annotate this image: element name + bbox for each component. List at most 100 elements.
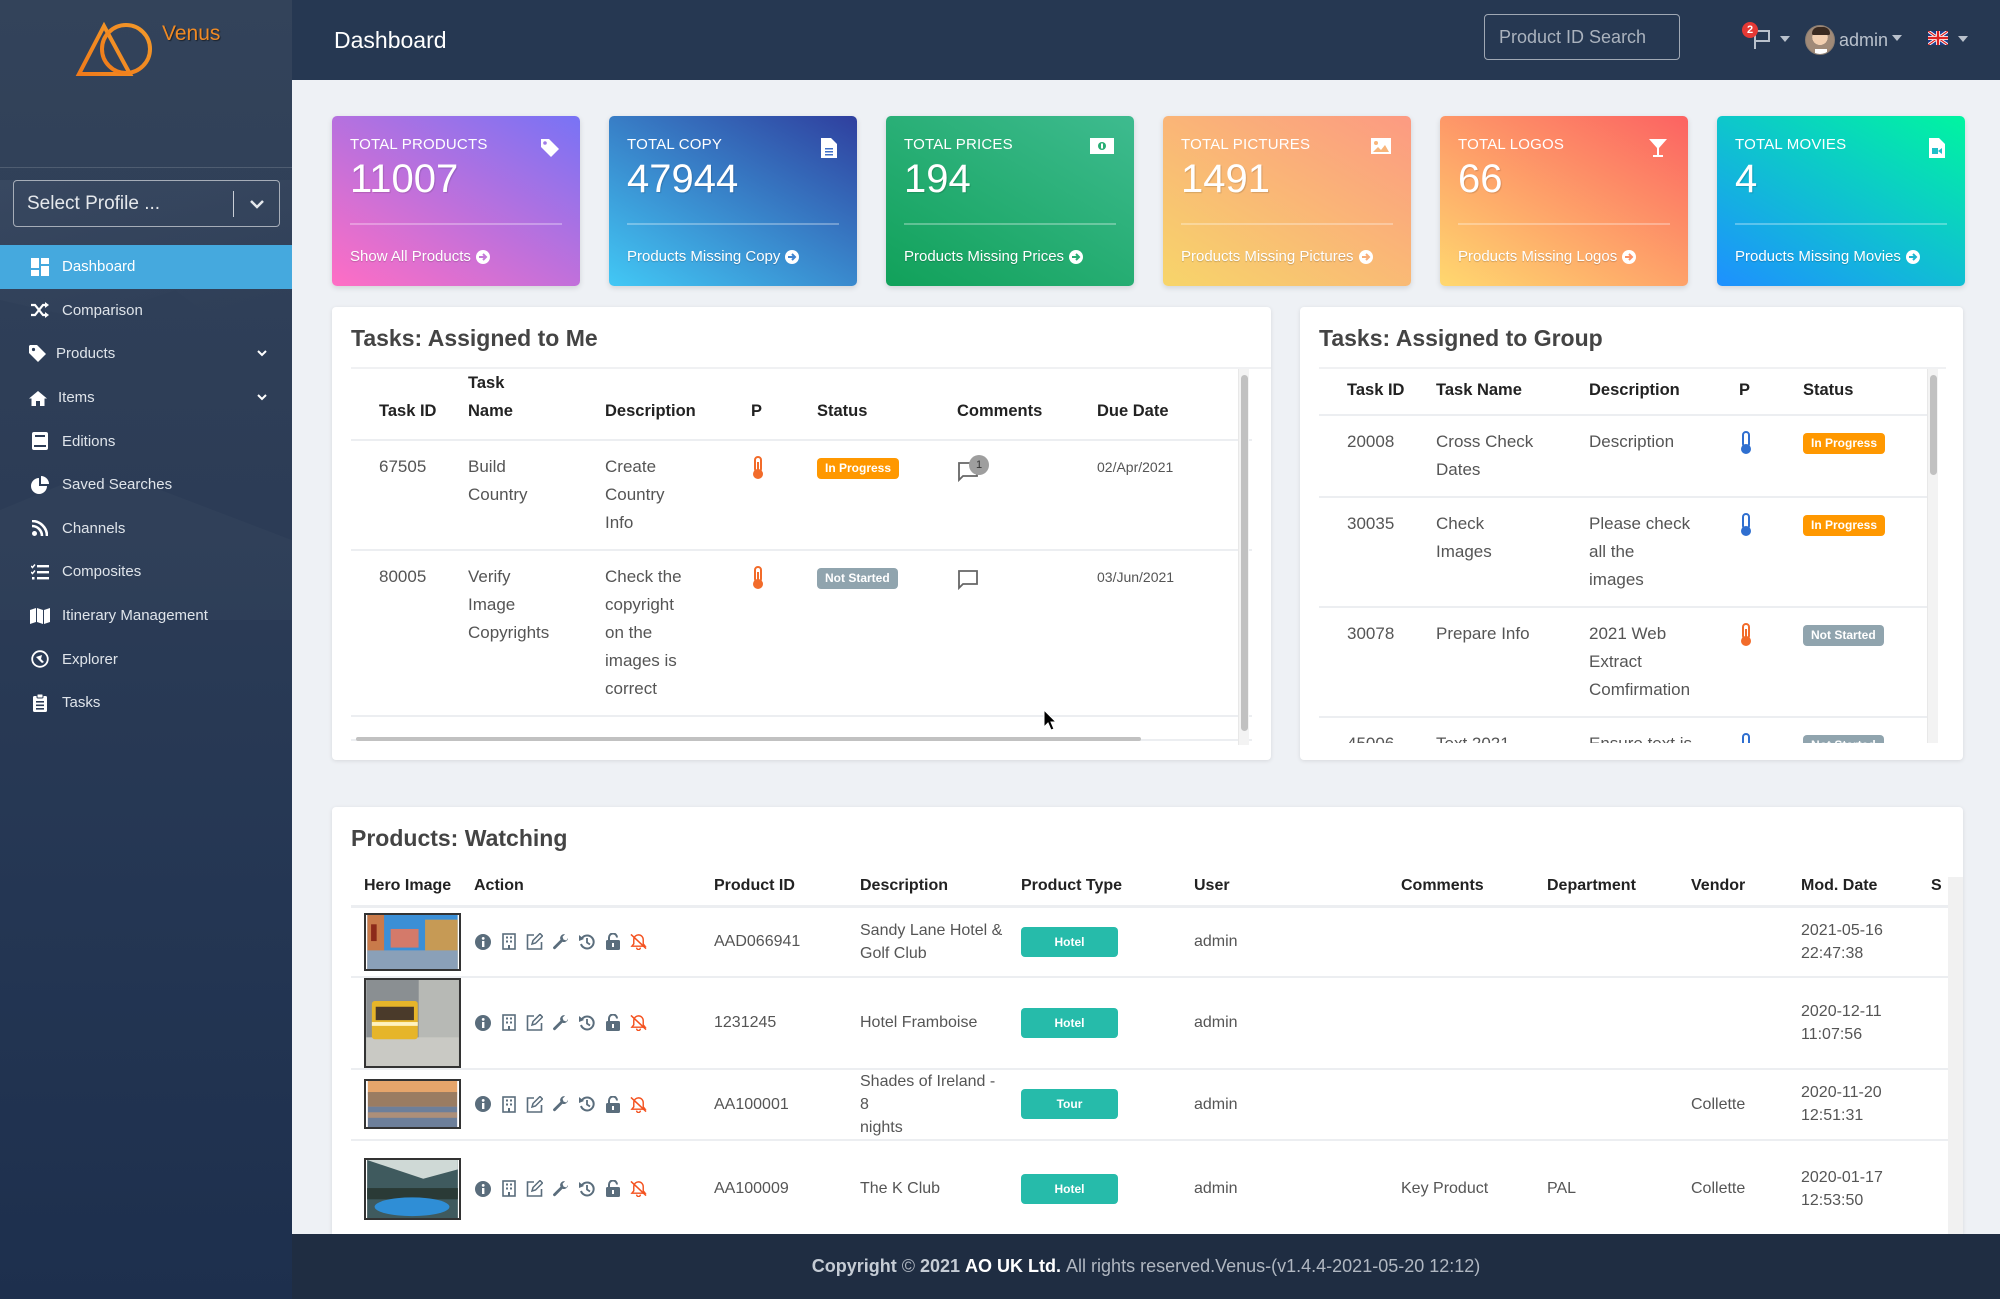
language-menu[interactable]	[1928, 28, 1972, 50]
sidebar-item-itinerary-management[interactable]: Itinerary Management	[0, 594, 292, 638]
scrollbar-thumb[interactable]	[1930, 375, 1937, 475]
products-missing-movies-link[interactable]: Products Missing Movies	[1735, 248, 1920, 265]
product-id-search-input[interactable]	[1484, 14, 1680, 60]
sidebar-item-products[interactable]: Products	[0, 332, 292, 376]
company-link[interactable]: AO UK Ltd.	[965, 1256, 1061, 1277]
edit-icon[interactable]	[526, 1014, 543, 1031]
notifications-button[interactable]: 2	[1742, 22, 1792, 58]
user-menu[interactable]: admin	[1805, 24, 1903, 56]
table-row[interactable]: AA100009 The K Club Hotel admin Key Prod…	[351, 1140, 1948, 1235]
column-header-task-id[interactable]: Task ID	[351, 369, 468, 440]
column-header-department[interactable]: Department	[1534, 877, 1678, 907]
products-missing-logos-link[interactable]: Products Missing Logos	[1458, 248, 1637, 265]
table-row[interactable]: 80005 Verify Image Copyrights Check the cop…	[351, 550, 1252, 716]
comments-button[interactable]: 1	[957, 455, 989, 483]
hero-image[interactable]	[364, 1157, 461, 1220]
bell-slash-icon[interactable]	[630, 1014, 647, 1031]
column-header-comments[interactable]: Comments	[957, 369, 1097, 440]
sidebar-item-dashboard[interactable]: Dashboard	[0, 245, 292, 289]
column-header-hero-image[interactable]: Hero Image	[351, 877, 461, 907]
unlock-icon[interactable]	[604, 1180, 621, 1197]
hero-image[interactable]	[364, 912, 461, 971]
column-header-due-date[interactable]: Due Date	[1097, 369, 1252, 440]
bell-slash-icon[interactable]	[630, 1096, 647, 1113]
vertical-scrollbar[interactable]	[1238, 369, 1249, 745]
building-icon[interactable]	[500, 933, 517, 951]
table-row[interactable]: 30035 Check Images Please check all the ima…	[1319, 497, 1927, 607]
vertical-scrollbar[interactable]	[1927, 369, 1938, 743]
sidebar-item-channels[interactable]: Channels	[0, 507, 292, 551]
table-row[interactable]: 67505 Build Country Create Country Info In …	[351, 440, 1252, 550]
building-icon[interactable]	[500, 1180, 517, 1197]
wrench-icon[interactable]	[552, 933, 569, 950]
edit-icon[interactable]	[526, 933, 543, 951]
table-row[interactable]: 20008 Cross Check Dates Description In Pr…	[1319, 415, 1927, 497]
column-header-extra[interactable]: S	[1918, 877, 1948, 907]
sidebar-item-items[interactable]: Items	[0, 376, 292, 420]
column-header-status[interactable]: Status	[817, 369, 957, 440]
column-header-description[interactable]: Description	[847, 877, 1008, 907]
column-header-mod-date[interactable]: Mod. Date	[1788, 877, 1918, 907]
column-header-status[interactable]: Status	[1803, 369, 1927, 415]
bell-slash-icon[interactable]	[630, 933, 647, 951]
horizontal-scrollbar[interactable]	[351, 735, 1238, 743]
building-icon[interactable]	[500, 1014, 517, 1031]
sidebar-item-comparison[interactable]: Comparison	[0, 289, 292, 333]
scrollbar-thumb[interactable]	[356, 737, 1141, 741]
column-header-comments[interactable]: Comments	[1388, 877, 1534, 907]
column-header-vendor[interactable]: Vendor	[1678, 877, 1788, 907]
comments-cell[interactable]	[957, 550, 1097, 716]
bell-slash-icon[interactable]	[630, 1180, 647, 1197]
product-id[interactable]: AA100009	[701, 1140, 847, 1235]
sidebar-item-tasks[interactable]: Tasks	[0, 681, 292, 725]
sidebar-item-saved-searches[interactable]: Saved Searches	[0, 463, 292, 507]
info-icon[interactable]	[474, 1096, 491, 1113]
product-id[interactable]: 1231245	[701, 977, 847, 1069]
sidebar-item-composites[interactable]: Composites	[0, 550, 292, 594]
table-row[interactable]: 1231245 Hotel Framboise Hotel admin 2020…	[351, 977, 1948, 1069]
product-id[interactable]: AA100001	[701, 1069, 847, 1140]
sidebar-item-explorer[interactable]: Explorer	[0, 637, 292, 681]
scrollbar-thumb[interactable]	[1241, 375, 1248, 731]
product-id[interactable]: AAD066941	[701, 907, 847, 977]
column-header-description[interactable]: Description	[1589, 369, 1739, 415]
products-missing-prices-link[interactable]: Products Missing Prices	[904, 248, 1084, 265]
app-logo[interactable]: Venus	[74, 18, 234, 88]
wrench-icon[interactable]	[552, 1180, 569, 1197]
comments-cell[interactable]: 1	[957, 440, 1097, 550]
info-icon[interactable]	[474, 933, 491, 950]
column-header-product-type[interactable]: Product Type	[1008, 877, 1181, 907]
wrench-icon[interactable]	[552, 1014, 569, 1031]
hero-image[interactable]	[364, 977, 461, 1068]
column-header-description[interactable]: Description	[605, 369, 751, 440]
info-icon[interactable]	[474, 1180, 491, 1197]
products-missing-copy-link[interactable]: Products Missing Copy	[627, 248, 800, 265]
column-header-task-name[interactable]: Task Name	[468, 369, 605, 440]
history-icon[interactable]	[578, 1180, 595, 1197]
sidebar-item-editions[interactable]: Editions	[0, 419, 292, 463]
info-icon[interactable]	[474, 1014, 491, 1031]
comment-icon[interactable]	[957, 569, 979, 591]
table-row[interactable]: AA100001 Shades of Ireland - 8 nights Tou…	[351, 1069, 1948, 1140]
table-row[interactable]: AAD066941 Sandy Lane Hotel & Golf Club Ho…	[351, 907, 1948, 977]
vertical-scrollbar[interactable]	[1948, 877, 1963, 1234]
show-all-products-link[interactable]: Show All Products	[350, 248, 490, 265]
column-header-action[interactable]: Action	[461, 877, 701, 907]
hero-image[interactable]	[364, 1079, 461, 1129]
table-row[interactable]: 45006 Text 2021 Ensure text is Not Start…	[1319, 717, 1927, 743]
unlock-icon[interactable]	[604, 1014, 621, 1031]
building-icon[interactable]	[500, 1095, 517, 1113]
column-header-task-id[interactable]: Task ID	[1319, 369, 1436, 415]
column-header-product-id[interactable]: Product ID	[701, 877, 847, 907]
table-row[interactable]: 30078 Prepare Info 2021 Web Extract Comfir…	[1319, 607, 1927, 717]
unlock-icon[interactable]	[604, 1095, 621, 1113]
edit-icon[interactable]	[526, 1180, 543, 1197]
wrench-icon[interactable]	[552, 1096, 569, 1113]
edit-icon[interactable]	[526, 1095, 543, 1113]
history-icon[interactable]	[578, 1096, 595, 1113]
column-header-user[interactable]: User	[1181, 877, 1388, 907]
history-icon[interactable]	[578, 933, 595, 950]
history-icon[interactable]	[578, 1014, 595, 1031]
profile-select[interactable]: Select Profile ...	[13, 180, 280, 227]
products-missing-pictures-link[interactable]: Products Missing Pictures	[1181, 248, 1373, 265]
